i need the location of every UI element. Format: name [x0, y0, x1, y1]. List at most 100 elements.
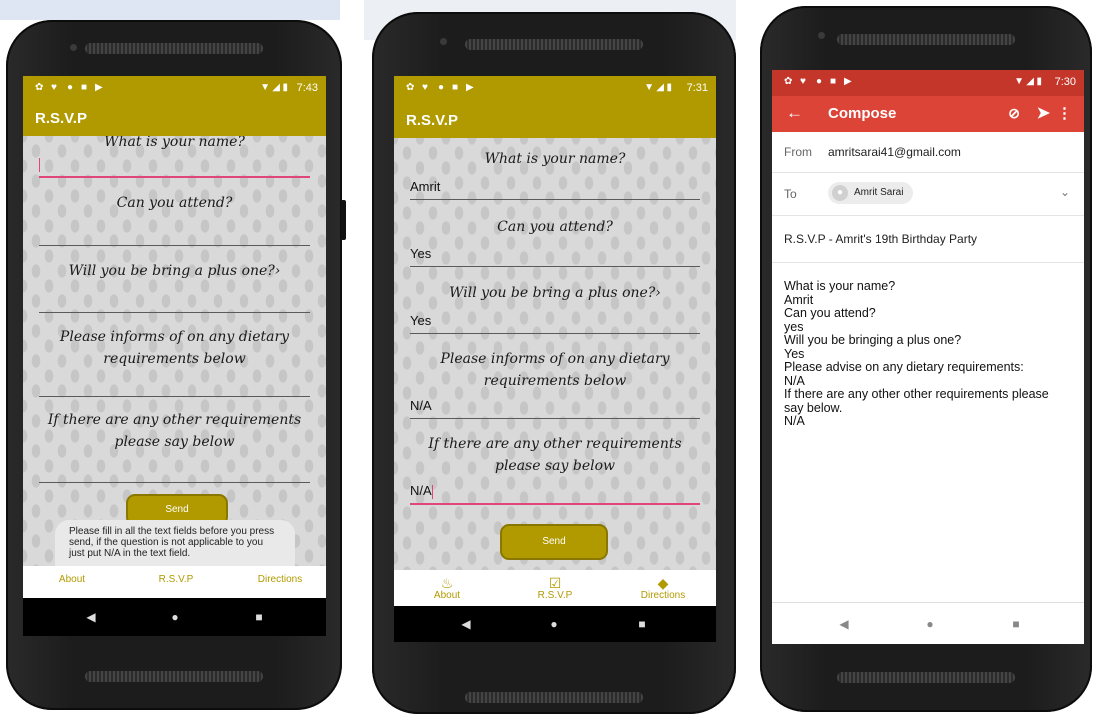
bottom-speaker	[837, 672, 1015, 683]
bottom-navigation: ♨ About ☑ R.S.V.P ◆ Directions	[394, 570, 716, 606]
nav-rsvp-label: R.S.V.P	[158, 574, 194, 585]
signal-icon: ◢	[656, 82, 664, 93]
recents-icon[interactable]: ■	[255, 610, 262, 624]
status-bar: ✿ ♥ ● ■ ▶ ▼ ◢ ▮ 7:31	[394, 76, 716, 102]
calendar-icon: ☑	[548, 575, 562, 591]
settings-icon: ✿	[406, 82, 415, 93]
more-icon[interactable]: ⋮	[1057, 104, 1072, 122]
record-icon: ●	[816, 76, 823, 87]
home-icon[interactable]: ●	[926, 617, 933, 631]
wifi-icon: ▼	[260, 82, 270, 93]
phone-3: ✿ ♥ ● ■ ▶ ▼ ◢ ▮ 7:30 ← Compose ⊘ ➤ ⋮ Fro…	[760, 6, 1092, 712]
chevron-down-icon[interactable]: ⌄	[1060, 185, 1070, 199]
name-input[interactable]	[39, 154, 310, 178]
sd-card-icon: ■	[452, 82, 459, 93]
to-row: To ● Amrit Sarai ⌄	[772, 173, 1084, 216]
text-cursor	[431, 484, 433, 499]
attend-input[interactable]	[39, 223, 310, 246]
battery-icon: ▮	[282, 82, 288, 93]
send-button[interactable]: Send	[500, 524, 608, 560]
compose-toolbar: ← Compose ⊘ ➤ ⋮	[772, 96, 1084, 132]
recipient-name: Amrit Sarai	[854, 187, 904, 198]
question-other: If there are any other requirements plea…	[428, 436, 682, 474]
status-time: 7:43	[296, 82, 318, 94]
to-label: To	[784, 187, 797, 201]
system-navigation: ◀ ● ■	[394, 606, 716, 642]
question-attend: Can you attend?	[116, 195, 233, 211]
body-line: Please advise on any dietary requirement…	[784, 360, 1024, 374]
other-input[interactable]: N/A	[410, 481, 700, 505]
question-dietary: Please informs of on any dietary require…	[440, 351, 670, 389]
status-bar: ✿ ♥ ● ■ ▶ ▼ ◢ ▮ 7:30	[772, 70, 1084, 96]
app-bar: R.S.V.P	[23, 102, 326, 136]
bottom-speaker	[85, 671, 263, 682]
front-camera	[818, 32, 825, 39]
back-icon[interactable]: ◀	[839, 617, 848, 631]
plus-one-input[interactable]	[39, 290, 310, 313]
recents-icon[interactable]: ■	[1012, 617, 1019, 631]
body-line: If there are any other other requirement…	[784, 387, 1049, 401]
screen-2: ✿ ♥ ● ■ ▶ ▼ ◢ ▮ 7:31 R.S.V.P What is you…	[394, 76, 716, 642]
body-line: Will you be bringing a plus one?	[784, 333, 962, 347]
other-input[interactable]	[39, 460, 310, 483]
nav-about[interactable]: ♨ About	[412, 576, 482, 601]
subject-row[interactable]: R.S.V.P - Amrit's 19th Birthday Party	[772, 216, 1084, 263]
battery-icon: ▮	[666, 82, 672, 93]
nav-directions[interactable]: ◆ Directions	[628, 576, 698, 601]
send-icon[interactable]: ➤	[1037, 103, 1050, 123]
body-line: N/A	[784, 373, 805, 388]
front-camera	[70, 44, 77, 51]
compose-title: Compose	[828, 105, 897, 122]
wifi-icon: ▼	[644, 82, 654, 93]
question-dietary: Please informs of on any dietary require…	[59, 329, 290, 367]
location-icon: ♥	[422, 82, 428, 93]
nav-directions[interactable]: Directions	[245, 574, 315, 585]
nav-rsvp[interactable]: ☑ R.S.V.P	[520, 576, 590, 601]
body-line: What is your name?	[784, 279, 896, 293]
signal-icon: ◢	[272, 82, 280, 93]
dietary-input[interactable]: N/A	[410, 396, 700, 419]
phone-2: ✿ ♥ ● ■ ▶ ▼ ◢ ▮ 7:31 R.S.V.P What is you…	[372, 12, 736, 714]
nav-about-label: About	[58, 574, 86, 585]
record-icon: ●	[438, 82, 445, 93]
back-icon[interactable]: ◀	[461, 617, 470, 631]
settings-icon: ✿	[784, 76, 793, 87]
play-store-icon: ▶	[95, 82, 103, 93]
avatar: ●	[832, 185, 848, 201]
home-icon[interactable]: ●	[171, 610, 178, 624]
recipient-chip[interactable]: ● Amrit Sarai	[828, 182, 914, 204]
question-plus-one: Will you be bring a plus one?›	[449, 285, 661, 301]
from-row: From amritsarai41@gmail.com	[772, 132, 1084, 173]
from-address[interactable]: amritsarai41@gmail.com	[828, 145, 961, 159]
battery-icon: ▮	[1036, 76, 1042, 87]
nav-rsvp[interactable]: R.S.V.P	[141, 574, 211, 585]
play-store-icon: ▶	[844, 76, 852, 87]
top-speaker	[837, 34, 1015, 45]
back-arrow-icon[interactable]: ←	[786, 103, 803, 123]
background-window	[0, 0, 340, 20]
body-line: Can you attend?	[784, 306, 876, 320]
home-icon[interactable]: ●	[550, 617, 557, 631]
plus-one-input[interactable]: Yes	[410, 311, 700, 334]
question-plus-one: Will you be bring a plus one?›	[68, 263, 281, 279]
phone-1: ✿ ♥ ● ■ ▶ ▼ ◢ ▮ 7:43 R.S.V.P What is you…	[6, 20, 346, 710]
app-bar: R.S.V.P	[394, 102, 716, 138]
directions-icon: ◆	[657, 575, 669, 591]
recents-icon[interactable]: ■	[638, 617, 645, 631]
bottom-navigation: About R.S.V.P Directions	[23, 566, 326, 596]
status-bar: ✿ ♥ ● ■ ▶ ▼ ◢ ▮ 7:43	[23, 76, 326, 102]
attach-icon[interactable]: ⊘	[1008, 105, 1020, 122]
attend-input[interactable]: Yes	[410, 244, 700, 267]
sd-card-icon: ■	[81, 82, 88, 93]
question-attend: Can you attend?	[497, 219, 613, 235]
back-icon[interactable]: ◀	[86, 610, 95, 624]
nav-about[interactable]: About	[37, 574, 107, 585]
nav-about-label: About	[433, 590, 461, 601]
app-title: R.S.V.P	[35, 110, 87, 127]
message-body[interactable]: What is your name? Amrit Can you attend?…	[784, 279, 1078, 429]
body-line: say below.	[784, 400, 843, 415]
record-icon: ●	[67, 82, 74, 93]
question-other: If there are any other requirements plea…	[47, 412, 302, 450]
name-input[interactable]: Amrit	[410, 177, 700, 200]
dietary-input[interactable]	[39, 374, 310, 397]
